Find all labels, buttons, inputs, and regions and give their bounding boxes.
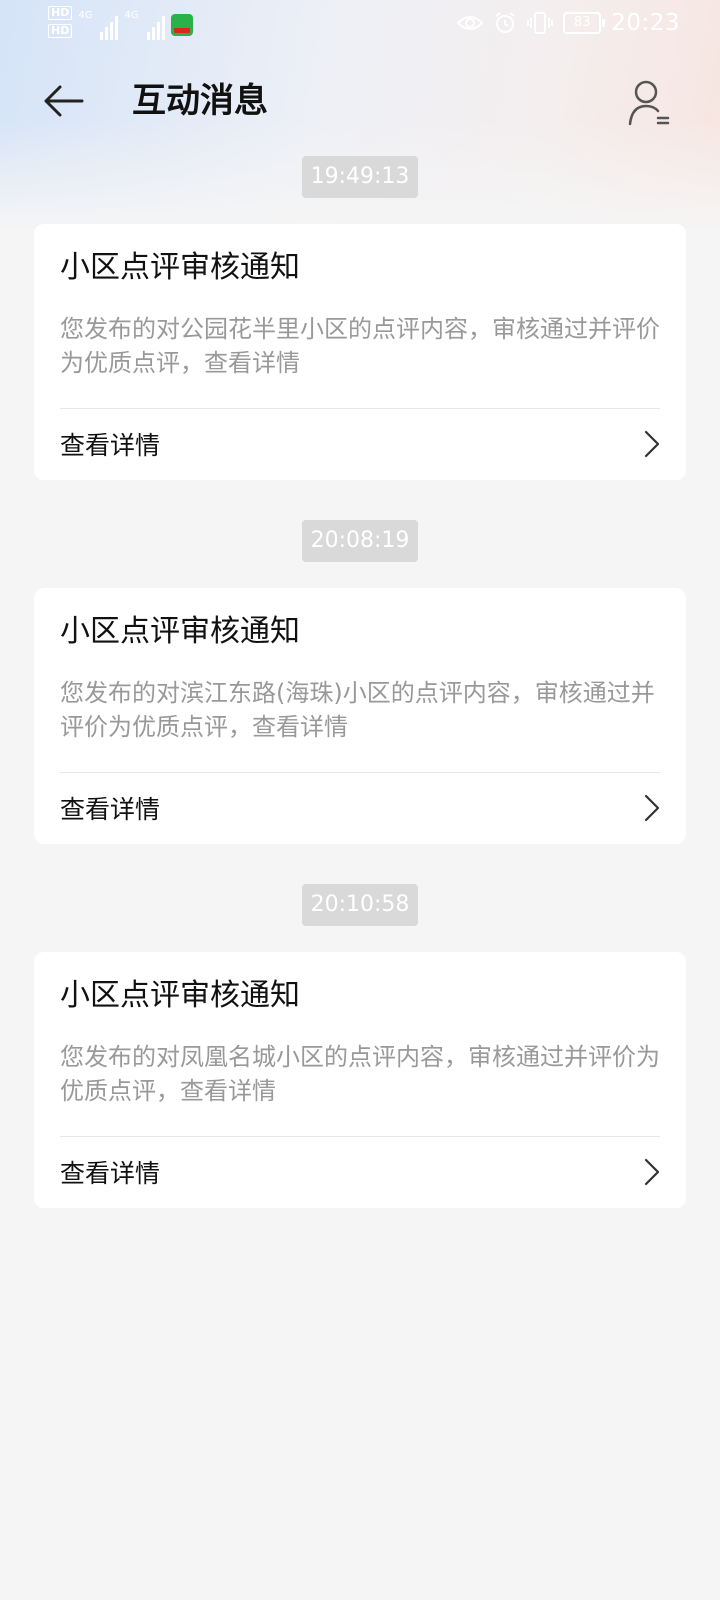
vibrate-icon xyxy=(527,12,554,34)
app-notification-icon xyxy=(170,14,193,36)
chevron-right-icon xyxy=(644,1158,660,1186)
user-settings-icon xyxy=(628,80,670,126)
back-button[interactable] xyxy=(40,78,90,124)
timestamp-row: 20:10:58 xyxy=(34,884,686,926)
message-card[interactable]: 小区点评审核通知 您发布的对凤凰名城小区的点评内容，审核通过并评价为优质点评，查… xyxy=(34,952,686,1208)
battery-indicator: 83 xyxy=(563,12,606,34)
chevron-right-icon xyxy=(644,794,660,822)
message-body: 您发布的对滨江东路(海珠)小区的点评内容，审核通过并评价为优质点评，查看详情 xyxy=(60,679,655,741)
message-card[interactable]: 小区点评审核通知 您发布的对滨江东路(海珠)小区的点评内容，审核通过并评价为优质… xyxy=(34,588,686,844)
message-title: 小区点评审核通知 xyxy=(60,978,300,1013)
status-bar: HD HD 4G 4G 83 20:23 xyxy=(0,0,720,50)
view-details-label: 查看详情 xyxy=(60,1159,161,1188)
view-details-link[interactable]: 查看详情 xyxy=(60,772,660,844)
page-title: 互动消息 xyxy=(132,81,268,121)
message-timestamp: 20:10:58 xyxy=(301,884,419,926)
view-details-label: 查看详情 xyxy=(60,431,161,460)
hd-indicators: HD HD xyxy=(48,6,73,38)
chevron-right-icon xyxy=(644,430,660,458)
user-settings-button[interactable] xyxy=(628,78,674,128)
hd-badge: HD xyxy=(48,24,73,38)
arrow-left-icon xyxy=(44,85,84,117)
message-body: 您发布的对凤凰名城小区的点评内容，审核通过并评价为优质点评，查看详情 xyxy=(60,1043,660,1105)
status-time: 20:23 xyxy=(611,10,680,36)
status-bar-right: 83 20:23 xyxy=(457,10,680,36)
status-bar-left: HD HD 4G 4G xyxy=(48,6,193,46)
message-timestamp: 19:49:13 xyxy=(301,156,419,198)
network-type: 4G xyxy=(78,10,93,21)
app-header: 互动消息 xyxy=(0,70,720,134)
alarm-icon xyxy=(495,12,515,33)
view-details-link[interactable]: 查看详情 xyxy=(60,408,660,480)
message-feed: 19:49:13 小区点评审核通知 您发布的对公园花半里小区的点评内容，审核通过… xyxy=(34,156,686,1208)
signal-strength-icon xyxy=(100,12,119,40)
eye-icon xyxy=(457,16,484,30)
message-card[interactable]: 小区点评审核通知 您发布的对公园花半里小区的点评内容，审核通过并评价为优质点评，… xyxy=(34,224,686,480)
timestamp-row: 20:08:19 xyxy=(34,520,686,562)
timestamp-row: 19:49:13 xyxy=(34,156,686,198)
network-type: 4G xyxy=(124,10,139,21)
message-title: 小区点评审核通知 xyxy=(60,250,300,285)
view-details-link[interactable]: 查看详情 xyxy=(60,1136,660,1208)
view-details-label: 查看详情 xyxy=(60,795,161,824)
message-title: 小区点评审核通知 xyxy=(60,614,300,649)
hd-badge: HD xyxy=(48,6,73,20)
signal-strength-icon xyxy=(146,12,165,40)
message-body: 您发布的对公园花半里小区的点评内容，审核通过并评价为优质点评，查看详情 xyxy=(60,315,660,377)
message-timestamp: 20:08:19 xyxy=(301,520,419,562)
